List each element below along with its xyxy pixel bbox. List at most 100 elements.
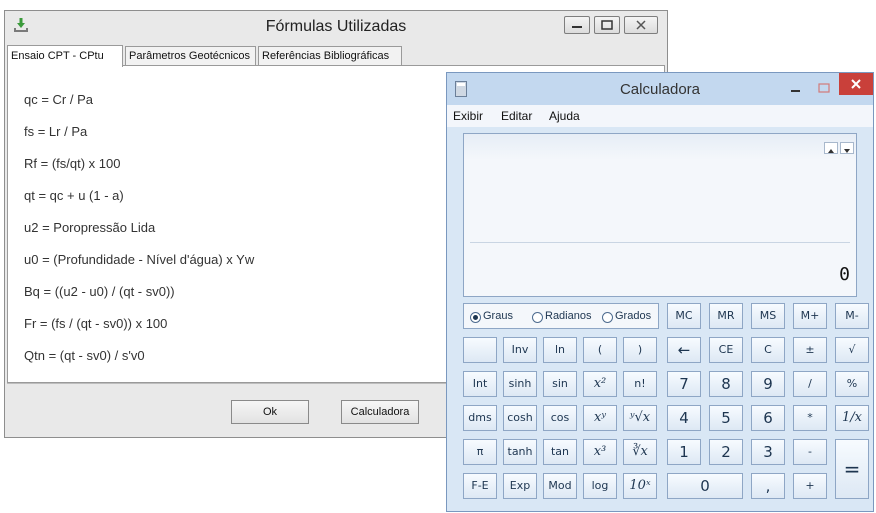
- ok-button[interactable]: Ok: [231, 400, 309, 424]
- minimize-icon: [791, 90, 800, 92]
- formula-qt: qt = qc + u (1 - a): [24, 188, 124, 203]
- key-tan[interactable]: tan: [543, 439, 577, 465]
- key-cosh[interactable]: cosh: [503, 405, 537, 431]
- maximize-icon: [818, 83, 830, 93]
- menu-editar[interactable]: Editar: [501, 109, 532, 123]
- radio-graus[interactable]: [470, 312, 481, 323]
- formula-bq: Bq = ((u2 - u0) / (qt - sv0)): [24, 284, 175, 299]
- formula-u2: u2 = Poropressão Lida: [24, 220, 156, 235]
- key-tanh[interactable]: tanh: [503, 439, 537, 465]
- key-mod[interactable]: Mod: [543, 473, 577, 499]
- title-bar: Calculadora: [447, 73, 873, 105]
- minimize-button[interactable]: [564, 16, 590, 34]
- key-inv[interactable]: Inv: [503, 337, 537, 363]
- key-exp[interactable]: Exp: [503, 473, 537, 499]
- title-bar: Fórmulas Utilizadas: [5, 11, 667, 41]
- key-open-paren[interactable]: (: [583, 337, 617, 363]
- key-0[interactable]: 0: [667, 473, 743, 499]
- key-int[interactable]: Int: [463, 371, 497, 397]
- radio-grados[interactable]: [602, 312, 613, 323]
- menu-ajuda[interactable]: Ajuda: [549, 109, 580, 123]
- key-6[interactable]: 6: [751, 405, 785, 431]
- key-m-plus[interactable]: M+: [793, 303, 827, 329]
- formula-rf: Rf = (fs/qt) x 100: [24, 156, 121, 171]
- radio-radianos[interactable]: [532, 312, 543, 323]
- key-reciprocal[interactable]: 1/x: [835, 405, 869, 431]
- tab-parametros-geotecnicos[interactable]: Parâmetros Geotécnicos: [125, 46, 256, 65]
- key-ce[interactable]: CE: [709, 337, 743, 363]
- menu-exibir[interactable]: Exibir: [453, 109, 483, 123]
- close-icon: [851, 79, 861, 89]
- history-down-button[interactable]: [840, 142, 854, 154]
- history-up-button[interactable]: [824, 142, 838, 154]
- label-grados: Grados: [615, 310, 652, 322]
- window-title: Calculadora: [619, 81, 701, 98]
- menu-bar: Exibir Editar Ajuda: [447, 105, 873, 127]
- minimize-icon: [572, 26, 582, 28]
- key-8[interactable]: 8: [709, 371, 743, 397]
- close-button[interactable]: [624, 16, 658, 34]
- key-sinh[interactable]: sinh: [503, 371, 537, 397]
- key-blank[interactable]: [463, 337, 497, 363]
- key-x-squared[interactable]: x²: [583, 371, 617, 397]
- key-4[interactable]: 4: [667, 405, 701, 431]
- key-add[interactable]: +: [793, 473, 827, 499]
- maximize-button[interactable]: [811, 79, 837, 99]
- key-cube-root[interactable]: ∛x: [623, 439, 657, 465]
- minimize-button[interactable]: [783, 79, 809, 99]
- key-cos[interactable]: cos: [543, 405, 577, 431]
- key-9[interactable]: 9: [751, 371, 785, 397]
- key-sin[interactable]: sin: [543, 371, 577, 397]
- key-divide[interactable]: /: [793, 371, 827, 397]
- key-1[interactable]: 1: [667, 439, 701, 465]
- key-7[interactable]: 7: [667, 371, 701, 397]
- key-mr[interactable]: MR: [709, 303, 743, 329]
- key-percent[interactable]: %: [835, 371, 869, 397]
- maximize-icon: [601, 20, 613, 30]
- formula-fs: fs = Lr / Pa: [24, 124, 88, 139]
- key-subtract[interactable]: -: [793, 439, 827, 465]
- keypad: Graus Radianos Grados MC MR MS M+ M- Inv…: [447, 303, 873, 511]
- maximize-button[interactable]: [594, 16, 620, 34]
- calculator-display: 0: [463, 133, 857, 297]
- key-mc[interactable]: MC: [667, 303, 701, 329]
- chevron-down-icon: [844, 149, 850, 153]
- key-f-e[interactable]: F-E: [463, 473, 497, 499]
- chevron-up-icon: [828, 149, 834, 153]
- key-dms[interactable]: dms: [463, 405, 497, 431]
- formula-qc: qc = Cr / Pa: [24, 92, 93, 107]
- key-5[interactable]: 5: [709, 405, 743, 431]
- close-button[interactable]: [839, 73, 873, 95]
- calculadora-button[interactable]: Calculadora: [341, 400, 419, 424]
- key-multiply[interactable]: *: [793, 405, 827, 431]
- key-sqrt[interactable]: √: [835, 337, 869, 363]
- tab-ensaio-cpt[interactable]: Ensaio CPT - CPtu: [7, 45, 123, 67]
- key-plus-minus[interactable]: ±: [793, 337, 827, 363]
- key-ln[interactable]: ln: [543, 337, 577, 363]
- key-ten-power-x[interactable]: 10ˣ: [623, 473, 657, 499]
- label-radianos: Radianos: [545, 310, 592, 322]
- formula-fr: Fr = (fs / (qt - sv0)) x 100: [24, 316, 168, 331]
- calculator-window: Calculadora Exibir Editar Ajuda 0 Graus: [446, 72, 874, 512]
- key-x-power-y[interactable]: xʸ: [583, 405, 617, 431]
- angle-mode-group: Graus Radianos Grados: [463, 303, 659, 329]
- key-decimal[interactable]: ,: [751, 473, 785, 499]
- key-ms[interactable]: MS: [751, 303, 785, 329]
- key-x-cubed[interactable]: x³: [583, 439, 617, 465]
- key-3[interactable]: 3: [751, 439, 785, 465]
- key-y-root-x[interactable]: ʸ√x: [623, 405, 657, 431]
- key-m-minus[interactable]: M-: [835, 303, 869, 329]
- key-pi[interactable]: π: [463, 439, 497, 465]
- formula-qtn: Qtn = (qt - sv0) / s'v0: [24, 348, 145, 363]
- history-bar: [464, 134, 856, 160]
- tab-referencias-bibliograficas[interactable]: Referências Bibliográficas: [258, 46, 402, 65]
- key-c[interactable]: C: [751, 337, 785, 363]
- key-close-paren[interactable]: ): [623, 337, 657, 363]
- close-icon: [636, 20, 646, 30]
- key-factorial[interactable]: n!: [623, 371, 657, 397]
- key-2[interactable]: 2: [709, 439, 743, 465]
- key-equals[interactable]: =: [835, 439, 869, 499]
- key-log[interactable]: log: [583, 473, 617, 499]
- formula-u0: u0 = (Profundidade - Nível d'água) x Yw: [24, 252, 255, 267]
- key-backspace[interactable]: ←: [667, 337, 701, 363]
